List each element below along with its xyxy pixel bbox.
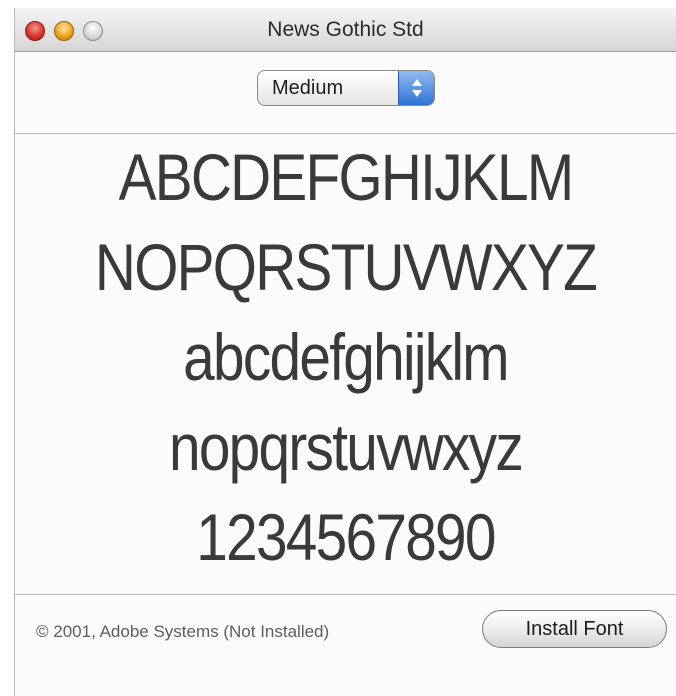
title-bar[interactable]: News Gothic Std xyxy=(15,8,676,52)
toolbar: Medium xyxy=(15,52,676,134)
font-style-select[interactable]: Medium xyxy=(257,70,435,106)
sample-lowercase-n-z: nopqrstuvwxyz xyxy=(168,410,524,484)
font-style-select-value: Medium xyxy=(272,77,344,99)
select-arrows-icon xyxy=(398,71,434,105)
font-preview: ABCDEFGHIJKLM NOPQRSTUVWXYZ abcdefghijkl… xyxy=(15,134,676,594)
font-status-text: © 2001, Adobe Systems (Not Installed) xyxy=(36,622,330,641)
window-title: News Gothic Std xyxy=(267,18,424,41)
install-font-button[interactable]: Install Font xyxy=(482,610,667,648)
sample-lowercase-a-m: abcdefghijklm xyxy=(183,320,509,394)
font-book-window: News Gothic Std Medium ABCDEFGHIJKLM NOP… xyxy=(14,8,676,696)
sample-digits: 1234567890 xyxy=(196,500,496,574)
sample-uppercase-n-z: NOPQRSTUVWXYZ xyxy=(94,230,598,304)
footer-divider xyxy=(15,594,676,595)
sample-uppercase-a-m: ABCDEFGHIJKLM xyxy=(118,140,575,214)
